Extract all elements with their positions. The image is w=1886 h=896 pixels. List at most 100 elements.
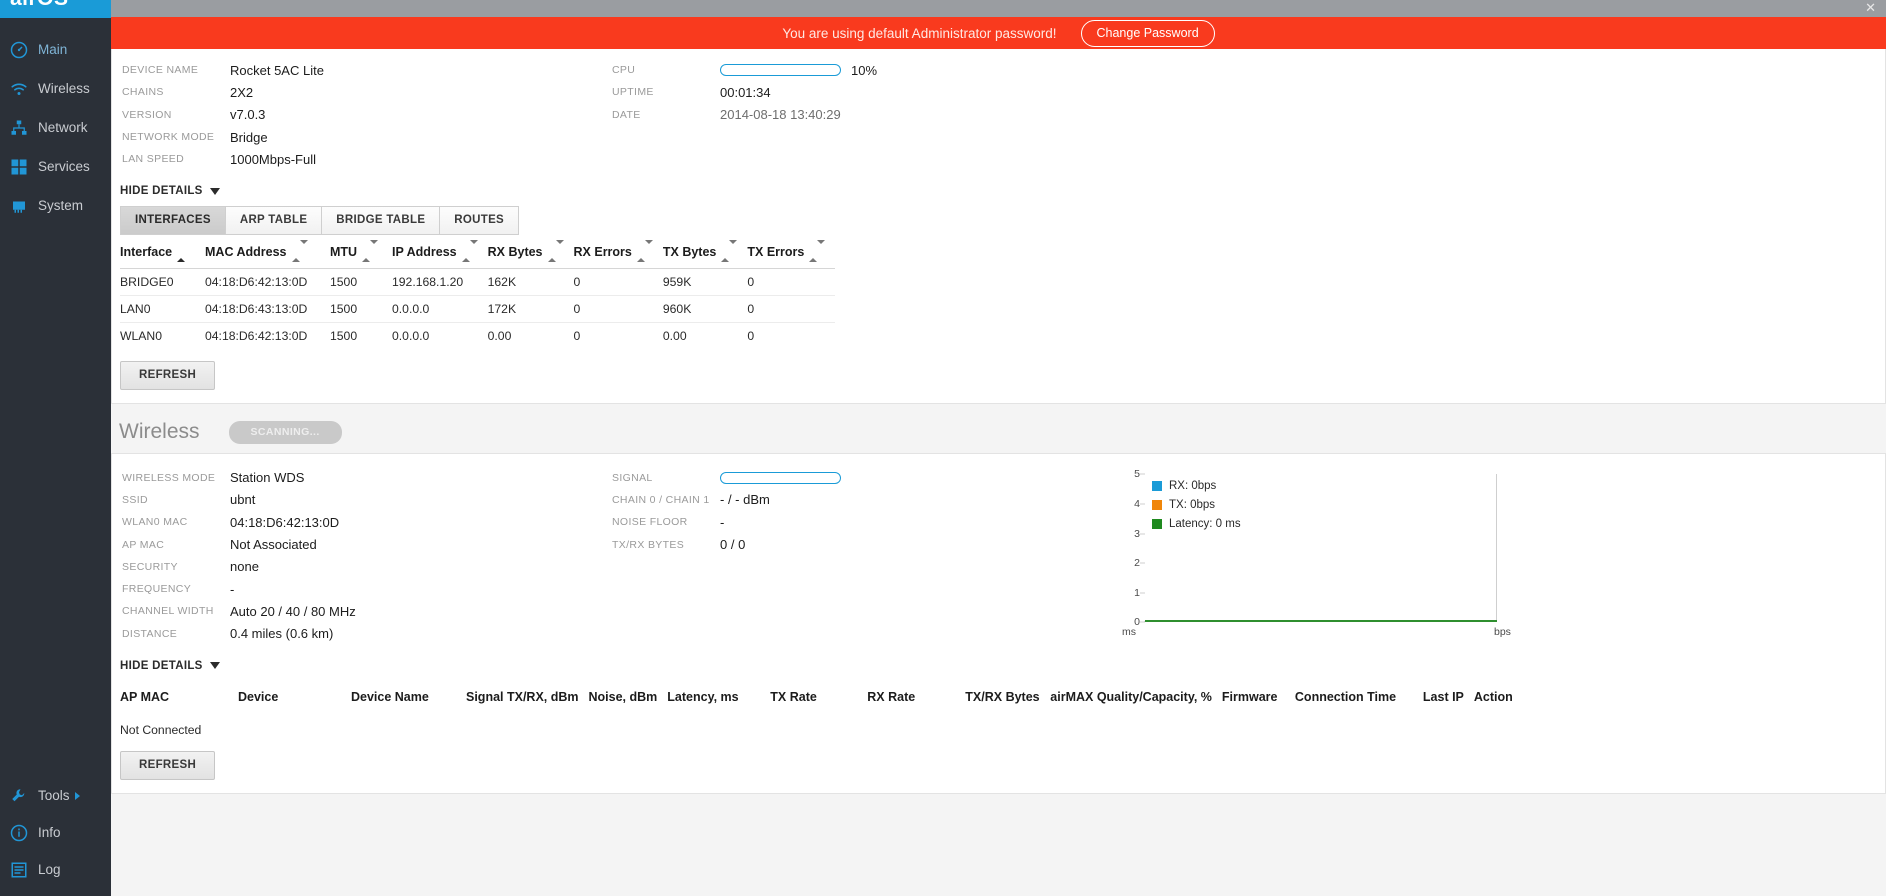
column-mac-address[interactable]: MAC Address [205,235,330,270]
column-rx-bytes[interactable]: RX Bytes [487,235,574,270]
sidebar-item-label: Info [38,825,61,840]
main-content: DEVICE NAME Rocket 5AC Lite CHAINS 2X2 V… [111,49,1886,896]
column-mtu[interactable]: MTU [330,235,392,270]
window-title-bar: ✕ [111,0,1886,17]
sidebar-item-log[interactable]: Log [0,851,111,888]
stations-refresh-button[interactable]: REFRESH [120,750,216,780]
table-cell: 0 [747,268,836,297]
sidebar-item-info[interactable]: Info [0,814,111,851]
table-cell: 04:18:D6:42:13:0D [205,268,330,297]
legend-item-tx: TX: 0bps [1152,499,1241,511]
tab-interfaces[interactable]: INTERFACES [120,206,225,236]
alert-message: You are using default Administrator pass… [782,25,1057,41]
cpu-usage-bar [720,64,841,77]
sidebar-bottom-nav: Tools Info Log [0,777,111,888]
sidebar-item-main[interactable]: Main [0,30,111,69]
change-password-button[interactable]: Change Password [1080,19,1215,47]
frequency-value: - [230,581,235,597]
wireless-hide-details-toggle[interactable]: HIDE DETAILS [112,651,1885,681]
version-row: VERSION v7.0.3 [122,104,602,126]
chains-value: 2X2 [230,84,254,100]
cpu-label: CPU [612,64,636,77]
table-cell: 0.00 [487,329,512,344]
chains-label: CHAINS [122,86,164,99]
column-tx-bytes[interactable]: TX Bytes [662,235,748,270]
airos-dashboard: airOS Main Wireless Network [0,0,1886,896]
sort-asc-icon [177,244,186,263]
distance-value: 0.4 miles (0.6 km) [230,626,334,642]
stations-column-header[interactable]: airMAX Quality/Capacity, % [1050,681,1222,713]
version-label: VERSION [122,108,172,121]
column-rx-errors[interactable]: RX Errors [573,235,663,270]
chain-label: CHAIN 0 / CHAIN 1 [612,493,710,506]
stations-column-header[interactable]: Device [238,681,351,713]
frequency-row: FREQUENCY - [122,578,602,600]
ssid-row: SSID ubnt [122,489,602,511]
lan-speed-label: LAN SPEED [122,153,185,166]
ssid-value: ubnt [230,492,256,508]
stations-column-header[interactable]: Noise, dBm [589,681,668,713]
device-info-left: DEVICE NAME Rocket 5AC Lite CHAINS 2X2 V… [112,59,602,170]
stations-column-header[interactable]: Device Name [351,681,466,713]
stations-column-header[interactable]: Signal TX/RX, dBm [466,681,589,713]
channel-width-label: CHANNEL WIDTH [122,605,214,618]
table-row[interactable]: WLAN0 04:18:D6:42:13:0D 1500 0.0.0.0 0.00 0 0.… [120,323,835,350]
noise-floor-value: - [720,514,725,530]
column-interface[interactable]: Interface [120,235,205,270]
device-hide-details-toggle[interactable]: HIDE DETAILS [112,176,1885,206]
stations-column-header[interactable]: TX Rate [770,681,867,713]
uptime-value: 00:01:34 [720,84,771,100]
security-value: none [230,559,259,575]
network-icon [8,117,30,139]
table-cell: BRIDGE0 [120,268,205,297]
stations-column-header[interactable]: Last IP [1423,681,1474,713]
version-value: v7.0.3 [230,107,266,123]
sidebar-item-label: Network [38,120,88,135]
sidebar-item-services[interactable]: Services [0,147,111,186]
wireless-panel: WIRELESS MODE Station WDS SSID ubnt WLAN… [111,453,1886,794]
stations-empty-message: Not Connected [120,722,202,737]
interfaces-refresh-button[interactable]: REFRESH [120,361,216,391]
sidebar: airOS Main Wireless Network [0,0,111,896]
legend-label-tx: TX: 0bps [1169,499,1216,512]
stations-column-header[interactable]: Action [1474,681,1534,713]
close-icon[interactable]: ✕ [1865,1,1876,14]
brand-logo: airOS [0,0,111,18]
date-label: DATE [612,108,641,121]
stations-column-header[interactable]: Connection Time [1295,681,1423,713]
stations-column-header[interactable]: Firmware [1222,681,1295,713]
stations-column-header[interactable]: Latency, ms [667,681,770,713]
system-icon [8,195,30,217]
column-ip-address[interactable]: IP Address [392,235,488,270]
txrx-bytes-label: TX/RX BYTES [612,538,685,551]
table-cell: 0 [747,329,755,344]
sort-icon [721,240,738,263]
table-cell: 0 [747,295,836,324]
column-tx-errors[interactable]: TX Errors [747,235,836,270]
device-name-row: DEVICE NAME Rocket 5AC Lite [122,59,602,81]
security-label: SECURITY [122,560,178,573]
sidebar-item-wireless[interactable]: Wireless [0,69,111,108]
table-cell: 1500 [330,329,358,344]
interfaces-tabs: INTERFACES ARP TABLE BRIDGE TABLE ROUTES [112,206,1885,236]
stations-table: AP MAC Device Device Name Signal TX/RX, dBm… [120,681,1534,713]
table-row[interactable]: BRIDGE0 04:18:D6:42:13:0D 1500 192.168.1.20… [120,268,836,297]
tab-arp-table[interactable]: ARP TABLE [224,206,322,236]
tools-icon [8,785,30,807]
sidebar-item-system[interactable]: System [0,186,111,225]
legend-label-rx: RX: 0bps [1169,480,1217,493]
stations-column-header[interactable]: TX/RX Bytes [965,681,1050,713]
stations-column-header[interactable]: RX Rate [867,681,965,713]
sidebar-item-network[interactable]: Network [0,108,111,147]
channel-width-row: CHANNEL WIDTH Auto 20 / 40 / 80 MHz [122,600,602,622]
tab-routes[interactable]: ROUTES [439,206,520,236]
wireless-title: Wireless [119,420,200,444]
sort-icon [362,240,379,263]
sidebar-item-label: Log [38,862,61,877]
sidebar-item-tools[interactable]: Tools [0,777,111,814]
stations-column-header[interactable]: AP MAC [120,681,238,713]
table-row[interactable]: LAN0 04:18:D6:43:13:0D 1500 0.0.0.0 172K 0 960… [120,295,836,324]
tab-bridge-table[interactable]: BRIDGE TABLE [321,206,440,236]
device-panel: DEVICE NAME Rocket 5AC Lite CHAINS 2X2 V… [111,49,1886,405]
ap-mac-row: AP MAC Not Associated [122,533,602,555]
